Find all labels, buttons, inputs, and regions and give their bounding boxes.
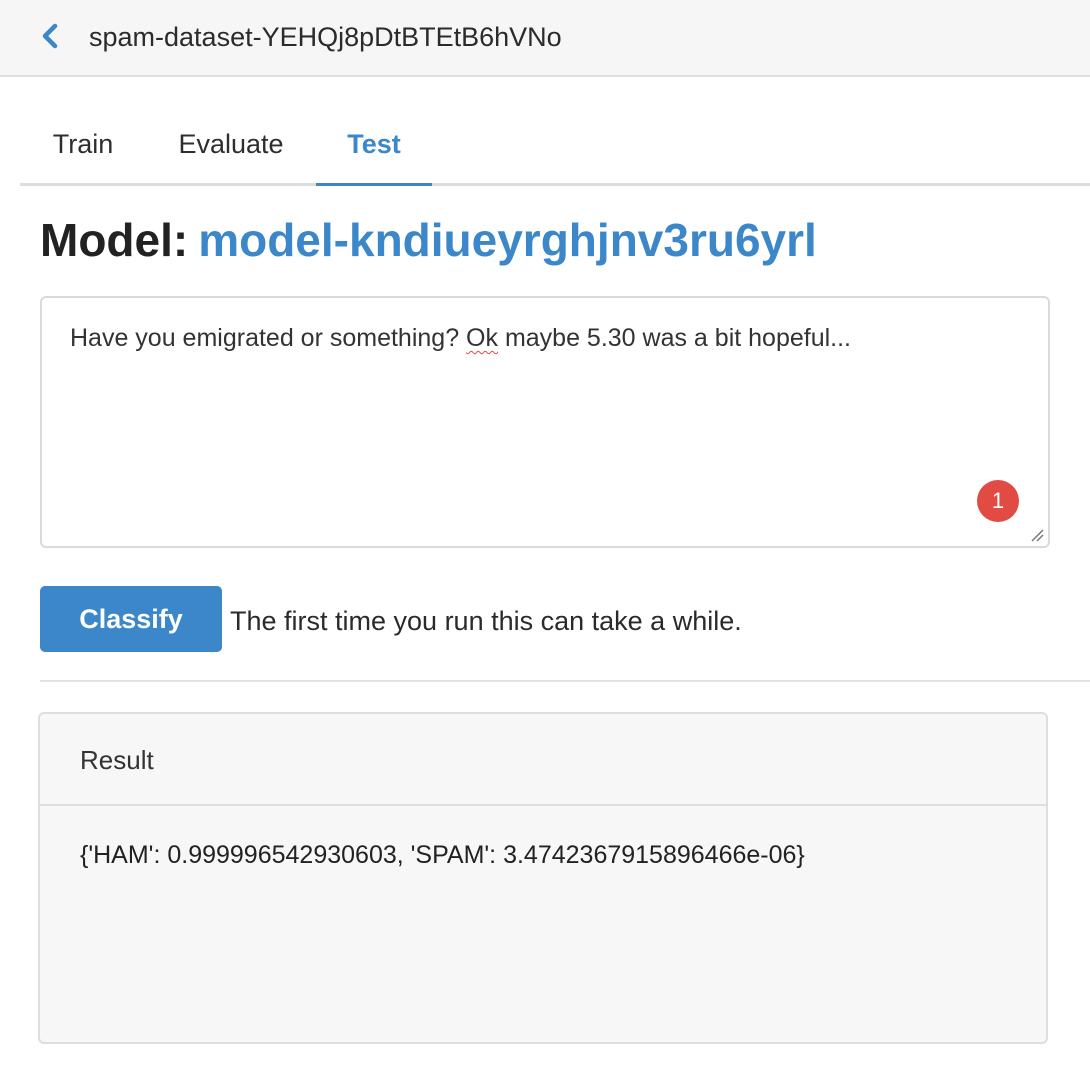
message-text-end: maybe 5.30 was a bit hopeful... — [498, 324, 851, 352]
divider — [40, 680, 1090, 682]
result-header: Result — [40, 714, 1046, 806]
tab-bar: Train Evaluate Test — [20, 100, 1090, 186]
page-title: Model: model-kndiueyrghjnv3ru6yrl — [40, 210, 817, 270]
classify-hint: The first time you run this can take a w… — [230, 606, 742, 636]
dataset-title: spam-dataset-YEHQj8pDtBTEtB6hVNo — [89, 22, 562, 52]
chevron-left-icon[interactable] — [38, 22, 62, 50]
message-textarea[interactable]: Have you emigrated or something? Ok mayb… — [40, 296, 1050, 548]
message-text-start: Have you emigrated or something? — [70, 324, 467, 352]
tab-evaluate[interactable]: Evaluate — [160, 100, 302, 186]
model-name-link[interactable]: model-kndiueyrghjnv3ru6yrl — [198, 214, 817, 266]
active-tab-indicator — [316, 183, 432, 186]
result-panel: Result {'HAM': 0.999996542930603, 'SPAM'… — [38, 712, 1048, 1044]
message-text: Have you emigrated or something? Ok mayb… — [70, 320, 851, 356]
tab-test[interactable]: Test — [316, 100, 432, 186]
tab-train[interactable]: Train — [20, 100, 146, 186]
misspelled-word: Ok — [466, 324, 498, 352]
top-bar: spam-dataset-YEHQj8pDtBTEtB6hVNo — [0, 0, 1090, 77]
result-title: Result — [80, 745, 154, 775]
result-value: {'HAM': 0.999996542930603, 'SPAM': 3.474… — [80, 841, 805, 869]
resize-handle-icon[interactable] — [1030, 528, 1044, 542]
classify-button[interactable]: Classify — [40, 586, 222, 652]
model-prefix: Model: — [40, 214, 189, 266]
grammar-suggestion-badge[interactable]: 1 — [977, 480, 1019, 522]
